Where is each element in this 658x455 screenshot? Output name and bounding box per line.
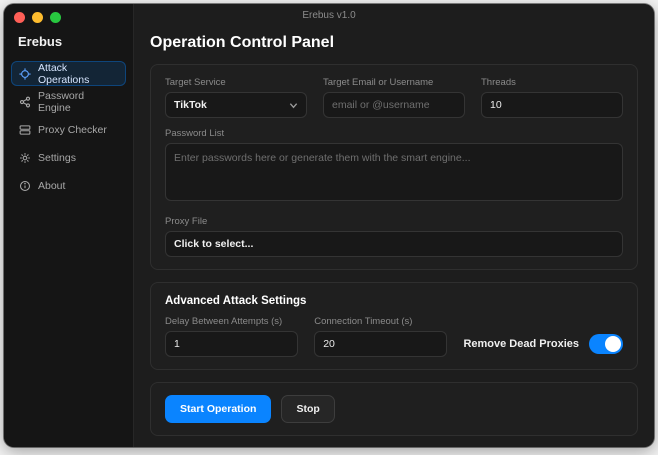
- start-operation-button[interactable]: Start Operation: [165, 395, 271, 423]
- threads-input[interactable]: [481, 92, 623, 118]
- app-name: Erebus: [4, 30, 133, 61]
- advanced-settings-card: Advanced Attack Settings Delay Between A…: [150, 282, 638, 370]
- actions-card: Start Operation Stop: [150, 382, 638, 436]
- network-nodes-icon: [19, 96, 31, 108]
- threads-field-group: Threads: [481, 77, 623, 118]
- titlebar: Erebus v1.0: [4, 4, 654, 30]
- target-settings-card: Target Service TikTok Target Email or Us…: [150, 64, 638, 270]
- proxy-file-picker[interactable]: Click to select...: [165, 231, 623, 257]
- proxy-file-label: Proxy File: [165, 216, 623, 227]
- target-email-input[interactable]: [323, 92, 465, 118]
- server-icon: [19, 124, 31, 136]
- target-service-value: TikTok: [174, 99, 207, 111]
- info-icon: [19, 180, 31, 192]
- sidebar-item-password-engine[interactable]: Password Engine: [11, 89, 126, 114]
- timeout-input[interactable]: [314, 331, 447, 357]
- target-service-label: Target Service: [165, 77, 307, 88]
- sidebar-nav: Attack Operations Password Engine Proxy …: [4, 61, 133, 198]
- target-service-field: Target Service TikTok: [165, 77, 307, 118]
- delay-field-group: Delay Between Attempts (s): [165, 316, 298, 357]
- proxy-file-picker-text: Click to select...: [174, 238, 253, 250]
- target-service-select[interactable]: TikTok: [165, 92, 307, 118]
- sidebar-item-settings[interactable]: Settings: [11, 145, 126, 170]
- sidebar-item-proxy-checker[interactable]: Proxy Checker: [11, 117, 126, 142]
- timeout-label: Connection Timeout (s): [314, 316, 447, 327]
- crosshair-icon: [19, 68, 31, 80]
- gear-icon: [19, 152, 31, 164]
- advanced-settings-title: Advanced Attack Settings: [165, 295, 623, 307]
- toggle-knob: [605, 336, 621, 352]
- main-content: Operation Control Panel Target Service T…: [134, 4, 654, 447]
- sidebar-item-label: Password Engine: [38, 90, 118, 114]
- sidebar-item-label: Proxy Checker: [38, 124, 107, 136]
- sidebar-item-label: Attack Operations: [38, 62, 118, 86]
- timeout-field-group: Connection Timeout (s): [314, 316, 447, 357]
- remove-dead-proxies-toggle[interactable]: [589, 334, 623, 354]
- stop-button[interactable]: Stop: [281, 395, 334, 423]
- target-email-field-group: Target Email or Username: [323, 77, 465, 118]
- remove-dead-proxies-group: Remove Dead Proxies: [463, 331, 623, 357]
- sidebar-item-label: Settings: [38, 152, 76, 164]
- password-list-label: Password List: [165, 128, 623, 139]
- window-title: Erebus v1.0: [4, 10, 654, 21]
- proxy-file-field-group: Proxy File Click to select...: [165, 216, 623, 257]
- remove-dead-proxies-label: Remove Dead Proxies: [463, 338, 579, 350]
- app-window: Erebus v1.0 Erebus Attack Operations Pas…: [4, 4, 654, 447]
- sidebar: Erebus Attack Operations Password Engine…: [4, 4, 134, 447]
- chevron-down-icon: [289, 101, 298, 110]
- page-title: Operation Control Panel: [150, 34, 638, 52]
- threads-label: Threads: [481, 77, 623, 88]
- delay-input[interactable]: [165, 331, 298, 357]
- password-list-textarea[interactable]: [165, 143, 623, 201]
- password-list-field-group: Password List: [165, 128, 623, 206]
- sidebar-item-about[interactable]: About: [11, 173, 126, 198]
- delay-label: Delay Between Attempts (s): [165, 316, 298, 327]
- target-email-label: Target Email or Username: [323, 77, 465, 88]
- sidebar-item-label: About: [38, 180, 65, 192]
- sidebar-item-attack-operations[interactable]: Attack Operations: [11, 61, 126, 86]
